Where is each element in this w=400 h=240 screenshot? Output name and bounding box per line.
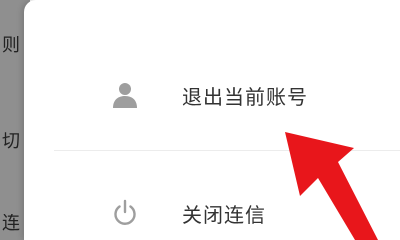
logout-label: 退出当前账号 <box>182 84 308 109</box>
bottom-sheet-menu: 退出当前账号 关闭连信 <box>24 0 400 240</box>
user-icon <box>110 80 140 110</box>
logout-menu-item[interactable]: 退出当前账号 <box>24 60 400 130</box>
close-app-menu-item[interactable]: 关闭连信 <box>24 178 400 240</box>
menu-divider <box>54 150 400 151</box>
screen: 则 切 连 退出当前账号 关闭连信 <box>0 0 400 240</box>
power-icon <box>110 198 140 228</box>
close-app-label: 关闭连信 <box>182 202 266 227</box>
